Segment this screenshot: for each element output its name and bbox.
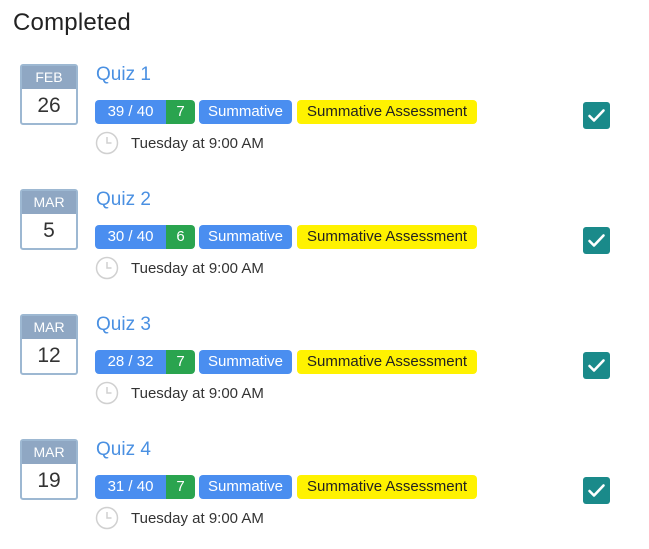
- completed-checkbox[interactable]: [583, 102, 610, 129]
- quiz-title-link[interactable]: Quiz 4: [96, 439, 151, 461]
- quiz-title-link[interactable]: Quiz 1: [96, 64, 151, 86]
- type-badge: Summative: [199, 350, 293, 374]
- assessment-badge: Summative Assessment: [297, 225, 478, 249]
- badge-row: 31 / 40 7 Summative Summative Assessment: [95, 475, 478, 499]
- date-day: 19: [37, 469, 61, 492]
- check-icon: [588, 109, 605, 122]
- time-row: Tuesday at 9:00 AM: [95, 131, 264, 155]
- assessment-badge: Summative Assessment: [297, 350, 478, 374]
- count-badge: 7: [166, 100, 195, 124]
- check-icon: [588, 359, 605, 372]
- count-badge: 6: [166, 225, 195, 249]
- time-text: Tuesday at 9:00 AM: [131, 134, 264, 152]
- assessment-badge: Summative Assessment: [297, 100, 478, 124]
- type-badge: Summative: [199, 475, 293, 499]
- date-day: 12: [37, 344, 61, 367]
- list-item: FEB 26 Quiz 1 39 / 40 7 Summative Summat…: [0, 64, 649, 174]
- completed-checkbox[interactable]: [583, 227, 610, 254]
- list-item: MAR 12 Quiz 3 28 / 32 7 Summative Summat…: [0, 314, 649, 424]
- date-month: MAR: [22, 441, 76, 464]
- quiz-title-link[interactable]: Quiz 3: [96, 314, 151, 336]
- clock-icon: [95, 131, 119, 155]
- date-day: 5: [43, 219, 55, 242]
- date-month: MAR: [22, 316, 76, 339]
- time-row: Tuesday at 9:00 AM: [95, 381, 264, 405]
- time-text: Tuesday at 9:00 AM: [131, 509, 264, 527]
- date-badge: MAR 19: [20, 439, 78, 500]
- date-day: 26: [37, 94, 61, 117]
- type-badge: Summative: [199, 225, 293, 249]
- type-badge: Summative: [199, 100, 293, 124]
- badge-row: 39 / 40 7 Summative Summative Assessment: [95, 100, 478, 124]
- completed-checkbox[interactable]: [583, 352, 610, 379]
- score-badge: 39 / 40: [95, 100, 166, 124]
- time-text: Tuesday at 9:00 AM: [131, 384, 264, 402]
- quiz-title-link[interactable]: Quiz 2: [96, 189, 151, 211]
- score-badge: 28 / 32: [95, 350, 166, 374]
- score-badge: 30 / 40: [95, 225, 166, 249]
- completed-checkbox[interactable]: [583, 477, 610, 504]
- count-badge: 7: [166, 475, 195, 499]
- score-badge: 31 / 40: [95, 475, 166, 499]
- count-badge: 7: [166, 350, 195, 374]
- date-badge: MAR 5: [20, 189, 78, 250]
- check-icon: [588, 484, 605, 497]
- time-row: Tuesday at 9:00 AM: [95, 256, 264, 280]
- time-row: Tuesday at 9:00 AM: [95, 506, 264, 530]
- clock-icon: [95, 381, 119, 405]
- badge-row: 28 / 32 7 Summative Summative Assessment: [95, 350, 478, 374]
- badge-row: 30 / 40 6 Summative Summative Assessment: [95, 225, 478, 249]
- clock-icon: [95, 506, 119, 530]
- date-month: FEB: [22, 66, 76, 89]
- list-item: MAR 5 Quiz 2 30 / 40 6 Summative Summati…: [0, 189, 649, 299]
- section-title: Completed: [13, 9, 131, 36]
- date-badge: FEB 26: [20, 64, 78, 125]
- clock-icon: [95, 256, 119, 280]
- list-item: MAR 19 Quiz 4 31 / 40 7 Summative Summat…: [0, 439, 649, 549]
- date-badge: MAR 12: [20, 314, 78, 375]
- time-text: Tuesday at 9:00 AM: [131, 259, 264, 277]
- assessment-badge: Summative Assessment: [297, 475, 478, 499]
- check-icon: [588, 234, 605, 247]
- date-month: MAR: [22, 191, 76, 214]
